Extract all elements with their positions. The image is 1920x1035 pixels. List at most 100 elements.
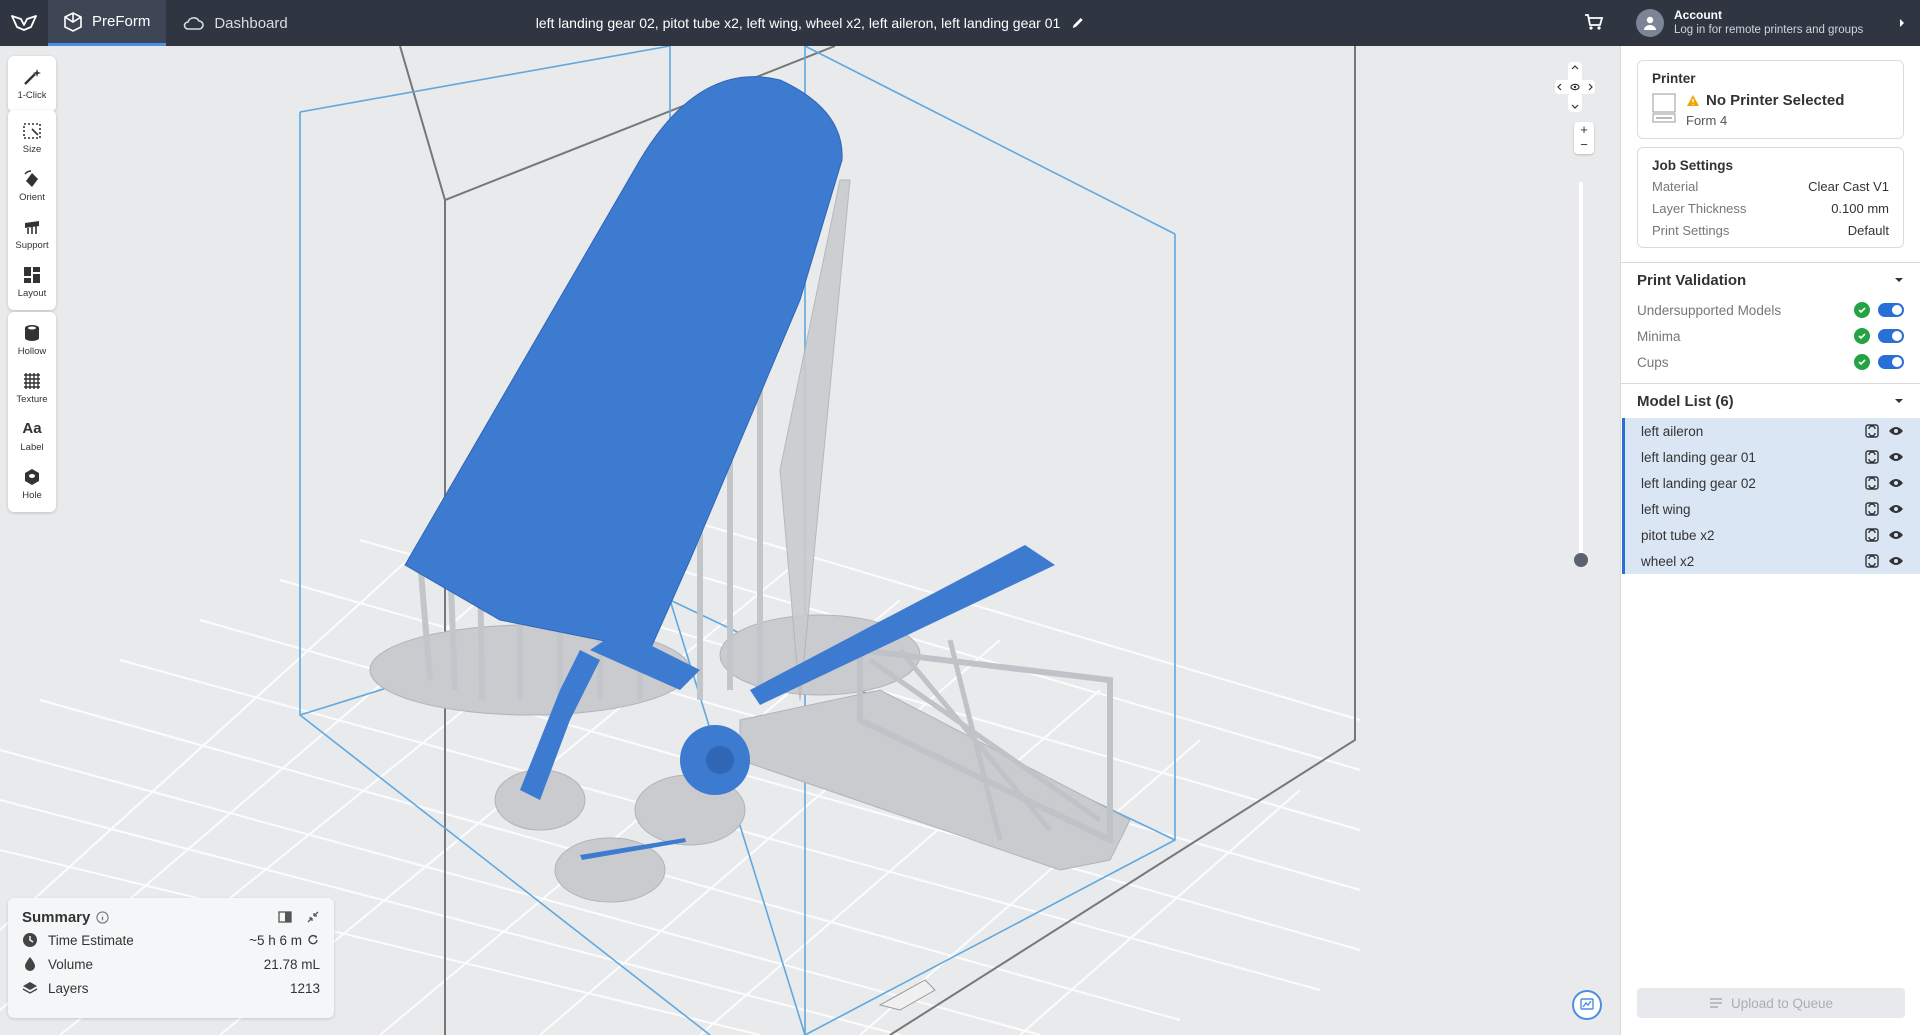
tool-orient[interactable]: Orient <box>8 162 56 210</box>
summary-row-layers: Layers 1213 <box>22 976 320 1000</box>
printer-model: Form 4 <box>1686 113 1728 128</box>
refresh-icon[interactable] <box>306 933 320 947</box>
tool-orient-label: Orient <box>19 192 45 203</box>
document-title[interactable]: left landing gear 02, pitot tube x2, lef… <box>536 0 1085 46</box>
right-panel: Printer No Printer Selected Form 4 Job S… <box>1620 46 1920 1035</box>
replace-model-icon[interactable] <box>1864 449 1880 465</box>
job-row-material: Material Clear Cast V1 <box>1652 175 1889 197</box>
job-settings-card[interactable]: Job Settings Material Clear Cast V1 Laye… <box>1637 147 1904 248</box>
replace-model-icon[interactable] <box>1864 553 1880 569</box>
layer-slider-track[interactable] <box>1579 182 1583 562</box>
upload-to-queue-button[interactable]: Upload to Queue <box>1637 988 1905 1018</box>
tool-texture[interactable]: Texture <box>8 364 56 412</box>
tool-hollow[interactable]: Hollow <box>8 316 56 364</box>
tool-support-label: Support <box>15 240 49 251</box>
model-list-item[interactable]: left landing gear 01 <box>1622 444 1920 470</box>
summary-volume-value: 21.78 mL <box>263 956 320 972</box>
validation-row-undersupported: Undersupported Models <box>1621 297 1920 323</box>
replace-model-icon[interactable] <box>1864 423 1880 439</box>
print-validation-header[interactable]: Print Validation <box>1621 263 1920 297</box>
printer-card[interactable]: Printer No Printer Selected Form 4 <box>1637 60 1904 139</box>
preform-cube-icon <box>64 11 82 32</box>
undersupported-toggle[interactable] <box>1878 303 1904 317</box>
model-list: left aileron left landing gear 01 left lan… <box>1621 418 1920 574</box>
tab-preform[interactable]: PreForm <box>48 0 167 46</box>
tool-size[interactable]: Size <box>8 114 56 162</box>
summary-volume-label: Volume <box>48 956 94 972</box>
magic-wand-icon <box>24 69 41 85</box>
clock-icon <box>23 933 37 947</box>
orient-icon <box>24 170 38 187</box>
tab-dashboard-label: Dashboard <box>214 14 288 32</box>
replace-model-icon[interactable] <box>1864 475 1880 491</box>
info-icon[interactable] <box>96 910 110 924</box>
tool-support[interactable]: Support <box>8 210 56 258</box>
hole-icon <box>25 469 39 485</box>
layer-slider-handle[interactable] <box>1574 553 1588 567</box>
validation-row-cups: Cups <box>1621 349 1920 375</box>
job-row-print-settings: Print Settings Default <box>1652 219 1889 241</box>
summary-row-volume: Volume 21.78 mL <box>22 952 320 976</box>
chevron-down-icon <box>1895 278 1903 282</box>
tool-hole[interactable]: Hole <box>8 460 56 508</box>
model-list-item[interactable]: left aileron <box>1622 418 1920 444</box>
left-wing-model[interactable] <box>404 76 843 651</box>
printer-section-title: Printer <box>1652 71 1696 86</box>
model-list-item[interactable]: left wing <box>1622 496 1920 522</box>
validation-undersupported-label: Undersupported Models <box>1637 302 1782 318</box>
collapse-icon[interactable] <box>306 910 320 924</box>
printer-thumbnail-icon <box>1652 93 1676 123</box>
3d-viewport[interactable]: 1-Click Size Orient Support Layout Hollo… <box>0 46 1620 1035</box>
account-title: Account <box>1674 8 1722 22</box>
job-print-settings-key: Print Settings <box>1652 222 1730 238</box>
replace-model-icon[interactable] <box>1864 501 1880 517</box>
cart-icon[interactable] <box>1584 13 1604 36</box>
check-circle-icon <box>1854 328 1870 344</box>
wheel-model[interactable] <box>680 725 750 795</box>
printer-name: No Printer Selected <box>1706 92 1845 109</box>
eye-icon[interactable] <box>1888 477 1904 489</box>
zoom-controls: + − <box>1574 122 1594 154</box>
top-bar: PreForm Dashboard left landing gear 02, … <box>0 0 1620 46</box>
model-list-title: Model List (6) <box>1637 392 1734 410</box>
job-settings-title: Job Settings <box>1652 158 1734 173</box>
model-list-item[interactable]: pitot tube x2 <box>1622 522 1920 548</box>
job-row-layer-thickness: Layer Thickness 0.100 mm <box>1652 197 1889 219</box>
model-list-header[interactable]: Model List (6) <box>1621 384 1920 418</box>
panel-toggle-icon[interactable] <box>278 910 292 924</box>
eye-icon[interactable] <box>1888 425 1904 437</box>
feedback-button[interactable] <box>1572 990 1602 1020</box>
zoom-in-button[interactable]: + <box>1574 122 1594 137</box>
cups-toggle[interactable] <box>1878 355 1904 369</box>
tab-dashboard[interactable]: Dashboard <box>166 0 303 46</box>
camera-navigation-pad[interactable] <box>1555 62 1595 112</box>
tool-layout[interactable]: Layout <box>8 258 56 306</box>
eye-icon[interactable] <box>1888 529 1904 541</box>
summary-title: Summary <box>22 908 91 926</box>
job-layer-thickness-value: 0.100 mm <box>1831 200 1889 216</box>
zoom-out-button[interactable]: − <box>1574 137 1594 152</box>
cloud-icon <box>184 17 205 30</box>
toolbar-group-prepare: Size Orient Support Layout <box>8 110 56 310</box>
eye-icon[interactable] <box>1888 451 1904 463</box>
summary-layers-value: 1213 <box>289 980 320 996</box>
replace-model-icon[interactable] <box>1864 527 1880 543</box>
model-list-item-label: left landing gear 01 <box>1641 449 1756 465</box>
front-label-tag <box>878 979 936 1011</box>
upload-to-queue-label: Upload to Queue <box>1730 995 1834 1011</box>
model-list-item[interactable]: wheel x2 <box>1622 548 1920 574</box>
minima-toggle[interactable] <box>1878 329 1904 343</box>
label-icon: Aa <box>22 420 42 437</box>
model-list-item[interactable]: left landing gear 02 <box>1622 470 1920 496</box>
tool-label[interactable]: Aa Label <box>8 412 56 460</box>
pencil-icon[interactable] <box>1070 16 1084 30</box>
eye-icon[interactable] <box>1888 555 1904 567</box>
document-title-text: left landing gear 02, pitot tube x2, lef… <box>535 15 1061 31</box>
scene-render[interactable] <box>0 46 1620 1035</box>
account-button[interactable]: Account Log in for remote printers and g… <box>1620 0 1920 46</box>
texture-icon <box>24 373 40 389</box>
formlabs-logo-icon[interactable] <box>0 0 48 46</box>
model-list-item-label: left landing gear 02 <box>1641 475 1756 491</box>
tool-1-click[interactable]: 1-Click <box>8 60 56 108</box>
eye-icon[interactable] <box>1888 503 1904 515</box>
